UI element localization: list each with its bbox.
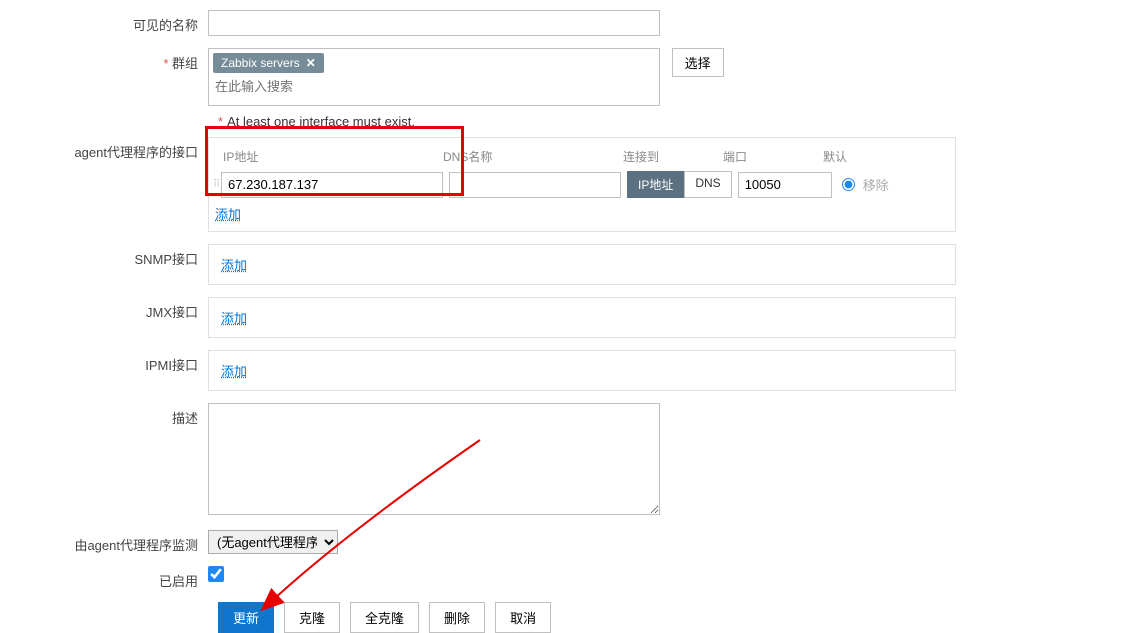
full-clone-button[interactable]: 全克隆: [350, 602, 419, 633]
default-interface-radio[interactable]: [842, 178, 855, 191]
header-dns: DNS名称: [443, 148, 623, 165]
header-connect: 连接到: [623, 148, 723, 165]
description-label: 描述: [20, 403, 208, 427]
interface-row: ⠿ IP地址 DNS 移除: [209, 171, 943, 198]
add-ipmi-interface-link[interactable]: 添加: [221, 361, 247, 380]
connect-to-toggle: IP地址 DNS: [627, 171, 732, 198]
enabled-checkbox[interactable]: [208, 566, 224, 582]
enabled-label: 已启用: [20, 566, 208, 590]
group-tag-label: Zabbix servers: [221, 56, 300, 70]
groups-label: 群组: [20, 48, 208, 72]
drag-handle-icon[interactable]: ⠿: [209, 179, 221, 190]
remove-group-icon[interactable]: ✕: [306, 56, 316, 70]
interface-required-msg: *At least one interface must exist.: [218, 114, 1120, 129]
description-textarea[interactable]: [208, 403, 660, 515]
visible-name-label: 可见的名称: [20, 10, 208, 34]
remove-interface-link[interactable]: 移除: [863, 175, 889, 194]
snmp-interfaces-box: 添加: [208, 244, 956, 285]
visible-name-input[interactable]: [208, 10, 660, 36]
port-input[interactable]: [738, 172, 832, 198]
proxy-select[interactable]: (无agent代理程序): [208, 530, 338, 554]
group-search-input[interactable]: [211, 75, 411, 98]
snmp-interface-label: SNMP接口: [20, 244, 208, 268]
agent-interfaces-box: IP地址 DNS名称 连接到 端口 默认 ⠿ IP地址 DNS: [208, 137, 956, 232]
groups-multiselect[interactable]: Zabbix servers ✕: [208, 48, 660, 106]
add-jmx-interface-link[interactable]: 添加: [221, 308, 247, 327]
dns-name-input[interactable]: [449, 172, 621, 198]
connect-dns-button[interactable]: DNS: [684, 171, 731, 198]
monitored-by-proxy-label: 由agent代理程序监测: [20, 530, 208, 554]
clone-button[interactable]: 克隆: [284, 602, 340, 633]
ipmi-interface-label: IPMI接口: [20, 350, 208, 374]
ip-address-input[interactable]: [221, 172, 443, 198]
header-ip: IP地址: [209, 148, 443, 165]
header-default: 默认: [823, 148, 847, 165]
jmx-interfaces-box: 添加: [208, 297, 956, 338]
cancel-button[interactable]: 取消: [495, 602, 551, 633]
agent-interface-label: agent代理程序的接口: [20, 137, 208, 161]
group-tag[interactable]: Zabbix servers ✕: [213, 53, 324, 73]
add-agent-interface-link[interactable]: 添加: [215, 204, 241, 223]
add-snmp-interface-link[interactable]: 添加: [221, 255, 247, 274]
header-port: 端口: [723, 148, 823, 165]
update-button[interactable]: 更新: [218, 602, 274, 633]
connect-ip-button[interactable]: IP地址: [627, 171, 684, 198]
delete-button[interactable]: 删除: [429, 602, 485, 633]
ipmi-interfaces-box: 添加: [208, 350, 956, 391]
jmx-interface-label: JMX接口: [20, 297, 208, 321]
select-groups-button[interactable]: 选择: [672, 48, 724, 77]
